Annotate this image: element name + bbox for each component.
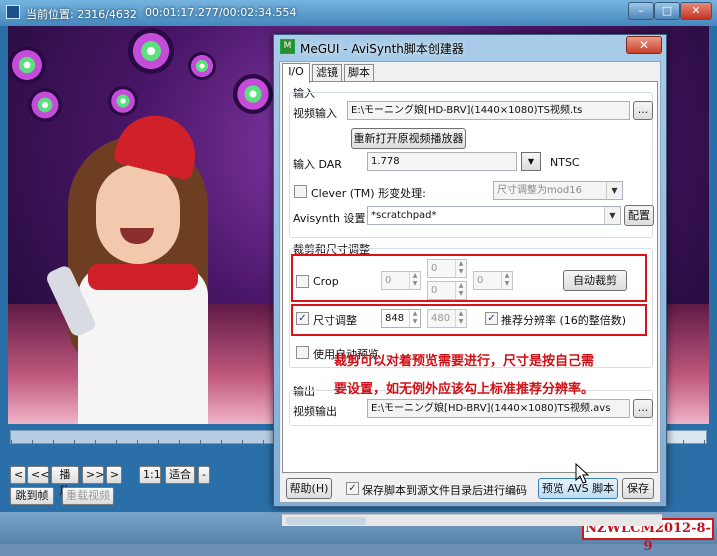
seek-tick	[179, 440, 180, 444]
video-input-field[interactable]: E:\モーニング娘[HD-BRV](1440×1080)TS视频.ts	[347, 101, 630, 120]
clever-mode-select[interactable]: 尺寸调整为mod16 ▼	[493, 181, 623, 200]
save-button[interactable]: 保存	[622, 478, 654, 499]
video-input-browse-button[interactable]: ...	[633, 101, 653, 120]
seek-tick	[242, 440, 243, 444]
suggest-resolution-checkbox[interactable]: ✓	[485, 312, 498, 325]
prev-frame-button[interactable]: <	[10, 466, 26, 484]
chevron-down-icon: ▼	[604, 207, 620, 224]
annotation-line-2: 要设置，如无例外应该勾上标准推荐分辨率。	[334, 382, 595, 397]
timecode-label: 00:01:17.277/00:02:34.554	[145, 6, 297, 19]
video-input-label: 视频输入	[293, 107, 337, 120]
minimize-button[interactable]: –	[628, 2, 654, 20]
mouse-cursor-icon	[575, 463, 589, 484]
crop-right-spinner[interactable]: 0 ▲ ▼	[473, 271, 513, 290]
dar-input[interactable]: 1.778	[367, 152, 517, 171]
seek-tick	[137, 440, 138, 444]
seek-tick	[263, 440, 264, 444]
crop-checkbox[interactable]	[296, 275, 309, 288]
stage-light-disc	[8, 46, 46, 84]
clever-checkbox[interactable]	[294, 185, 307, 198]
resize-height-value: 480	[431, 313, 451, 324]
maximize-button[interactable]: □	[654, 2, 680, 20]
crop-top-value: 0	[431, 263, 438, 274]
rewind-button[interactable]: <<	[27, 466, 49, 484]
dialog-title-bar: M MeGUI - AviSynth脚本创建器 ✕	[274, 35, 666, 59]
avisynth-settings-label: Avisynth 设置	[293, 212, 366, 225]
avisynth-profile-select[interactable]: *scratchpad* ▼	[367, 206, 621, 225]
seek-tick	[683, 440, 684, 444]
zoom-1to1-button[interactable]: 1:1	[139, 466, 161, 484]
resize-label: 尺寸调整	[313, 314, 357, 327]
player-app-icon	[6, 5, 20, 19]
megui-app-icon: M	[280, 39, 295, 54]
annotation-line-1: 裁剪可以对着预览需要进行，尺寸是按自己需	[334, 354, 595, 369]
stage-light-disc	[128, 28, 174, 74]
seek-tick	[116, 440, 117, 444]
stage-light-disc	[188, 52, 216, 80]
auto-preview-checkbox[interactable]	[296, 346, 309, 359]
seek-tick	[53, 440, 54, 444]
crop-left-value: 0	[385, 275, 392, 286]
dar-dropdown-button[interactable]: ▼	[521, 152, 541, 171]
fit-button[interactable]: 适合	[165, 466, 195, 484]
dar-label: 输入 DAR	[293, 158, 342, 171]
horizontal-scrollbar[interactable]	[282, 514, 662, 526]
crop-right-value: 0	[477, 275, 484, 286]
dialog-close-button[interactable]: ✕	[626, 36, 662, 54]
singer-figure	[44, 107, 228, 424]
resize-height-spinner[interactable]: 480 ▲ ▼	[427, 309, 467, 328]
io-tab-panel: 输入 视频输入 E:\モーニング娘[HD-BRV](1440×1080)TS视频…	[282, 81, 658, 473]
seek-tick	[95, 440, 96, 444]
tab-script[interactable]: 脚本	[344, 64, 374, 82]
autocrop-button[interactable]: 自动裁剪	[563, 270, 627, 291]
stage-light-disc	[108, 86, 138, 116]
player-close-button[interactable]: ✕	[680, 2, 712, 20]
video-output-label: 视频输出	[293, 405, 337, 418]
crop-bottom-spinner[interactable]: 0 ▲ ▼	[427, 281, 467, 300]
video-output-field[interactable]: E:\モーニング娘[HD-BRV](1440×1080)TS视频.avs	[367, 399, 630, 418]
dialog-body: I/O 滤镜 脚本 输入 视频输入 E:\モーニング娘[HD-BRV](1440…	[279, 61, 662, 526]
next-frame-button[interactable]: >	[106, 466, 122, 484]
position-label: 当前位置: 2316/4632	[26, 8, 137, 21]
save-to-source-checkbox[interactable]: ✓	[346, 482, 359, 495]
tab-filters[interactable]: 滤镜	[312, 64, 342, 82]
seek-tick	[158, 440, 159, 444]
config-button[interactable]: 配置	[624, 205, 654, 226]
clever-label: Clever (TM) 形变处理:	[311, 187, 426, 200]
tab-io[interactable]: I/O	[282, 63, 310, 83]
zoom-out-button[interactable]: -	[198, 466, 210, 484]
reload-video-button[interactable]: 重载视频	[62, 487, 114, 505]
player-title-bar: 当前位置: 2316/4632 00:01:17.277/00:02:34.55…	[0, 0, 717, 26]
seek-tick	[74, 440, 75, 444]
ntsc-label: NTSC	[550, 156, 580, 169]
crop-left-spinner[interactable]: 0 ▲ ▼	[381, 271, 421, 290]
dialog-footer: 帮助(H) ✓ 保存脚本到源文件目录后进行编码 预览 AVS 脚本 保存	[280, 474, 660, 504]
save-to-source-label: 保存脚本到源文件目录后进行编码	[362, 484, 527, 497]
seek-tick	[32, 440, 33, 444]
resize-width-value: 848	[385, 313, 405, 324]
crop-bottom-value: 0	[431, 285, 438, 296]
help-button[interactable]: 帮助(H)	[286, 478, 332, 499]
crop-top-spinner[interactable]: 0 ▲ ▼	[427, 259, 467, 278]
seek-tick	[11, 440, 12, 444]
suggest-resolution-label: 推荐分辨率 (16的整倍数)	[501, 314, 627, 327]
video-output-browse-button[interactable]: ...	[633, 399, 653, 418]
scrollbar-thumb[interactable]	[286, 517, 366, 525]
avisynth-script-creator-dialog: M MeGUI - AviSynth脚本创建器 ✕ I/O 滤镜 脚本 输入 视…	[273, 34, 667, 526]
goto-frame-button[interactable]: 跳到帧	[10, 487, 54, 505]
stage-light-disc	[233, 74, 273, 114]
resize-checkbox[interactable]: ✓	[296, 312, 309, 325]
fast-forward-button[interactable]: >>	[82, 466, 104, 484]
seek-tick	[200, 440, 201, 444]
crop-label: Crop	[313, 275, 339, 288]
play-button[interactable]: 播放	[51, 466, 79, 497]
avisynth-profile-value: *scratchpad*	[371, 210, 437, 221]
chevron-down-icon: ▼	[606, 182, 622, 199]
clever-mode-value: 尺寸调整为mod16	[497, 185, 582, 196]
dialog-title: MeGUI - AviSynth脚本创建器	[300, 42, 464, 56]
seek-tick	[704, 440, 705, 444]
reopen-player-button[interactable]: 重新打开原视频播放器	[351, 128, 466, 149]
resize-width-spinner[interactable]: 848 ▲ ▼	[381, 309, 421, 328]
seek-tick	[221, 440, 222, 444]
